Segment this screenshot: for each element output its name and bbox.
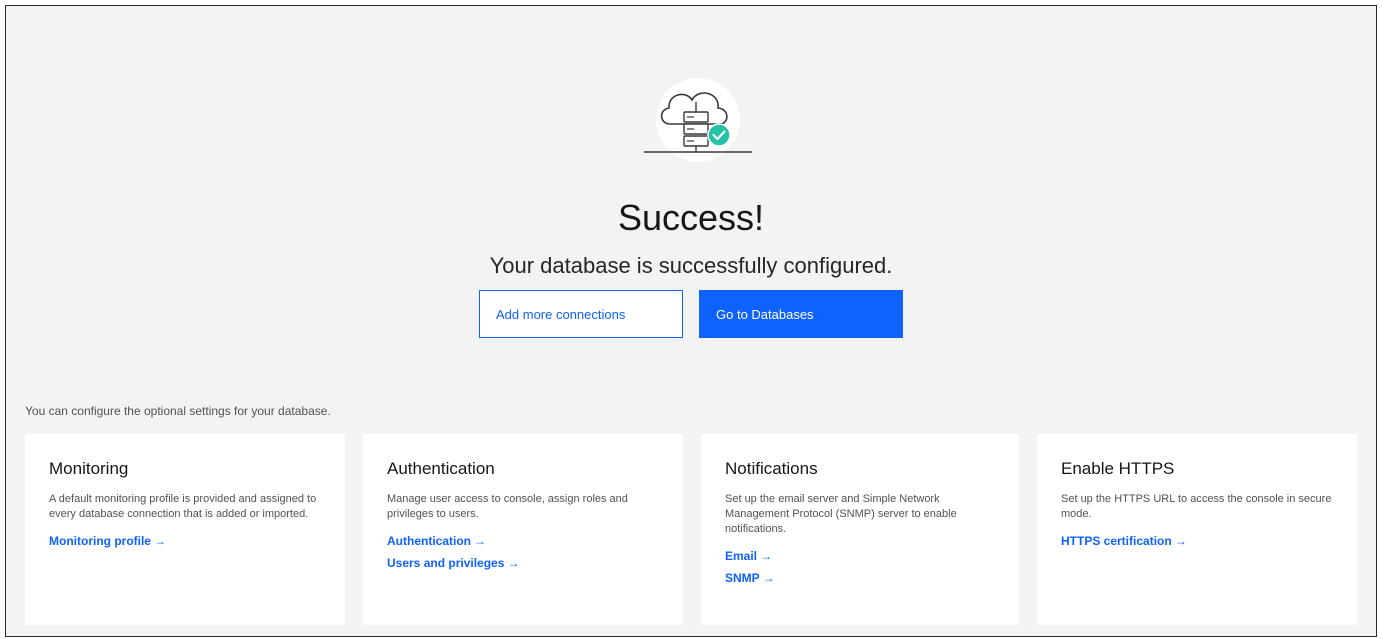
card-title: Enable HTTPS — [1061, 459, 1175, 478]
authentication-link[interactable]: Authentication → — [387, 534, 659, 548]
enable-https-card: Enable HTTPS Set up the HTTPS URL to acc… — [1037, 434, 1357, 625]
link-label: Users and privileges — [387, 556, 505, 570]
add-more-connections-button[interactable]: Add more connections — [479, 290, 683, 338]
go-to-databases-button[interactable]: Go to Databases — [699, 290, 903, 338]
page-title: Success! — [617, 197, 765, 238]
arrow-right-icon: → — [474, 534, 486, 548]
authentication-card: Authentication Manage user access to con… — [363, 434, 683, 625]
users-and-privileges-link[interactable]: Users and privileges → — [387, 556, 659, 570]
link-label: HTTPS certification — [1061, 534, 1172, 548]
link-label: Email — [725, 549, 758, 563]
link-label: Monitoring profile — [49, 534, 151, 548]
monitoring-card: Monitoring A default monitoring profile … — [25, 434, 345, 625]
monitoring-profile-link[interactable]: Monitoring profile → — [49, 534, 321, 548]
card-description: Set up the HTTPS URL to access the conso… — [1061, 493, 1332, 520]
cloud-database-success-icon — [644, 78, 752, 162]
success-page: Success! Your database is successfully c… — [5, 5, 1377, 637]
card-description: A default monitoring profile is provided… — [49, 493, 317, 520]
arrow-right-icon: → — [153, 534, 166, 548]
optional-settings-intro: You can configure the optional settings … — [25, 404, 331, 418]
card-description: Manage user access to console, assign ro… — [387, 493, 628, 520]
page-subtitle: Your database is successfully configured… — [489, 253, 893, 278]
card-title: Notifications — [725, 459, 818, 478]
notifications-card: Notifications Set up the email server an… — [701, 434, 1019, 625]
snmp-link[interactable]: SNMP → — [725, 571, 995, 585]
card-title: Authentication — [387, 459, 495, 478]
card-title: Monitoring — [49, 459, 129, 478]
arrow-right-icon: → — [1174, 534, 1187, 548]
https-certification-link[interactable]: HTTPS certification → — [1061, 534, 1333, 548]
arrow-right-icon: → — [507, 556, 520, 570]
card-description: Set up the email server and Simple Netwo… — [725, 493, 957, 535]
link-label: Authentication — [387, 534, 471, 548]
arrow-right-icon: → — [762, 571, 775, 585]
email-link[interactable]: Email → — [725, 549, 995, 563]
arrow-right-icon: → — [760, 549, 773, 563]
link-label: SNMP — [725, 571, 760, 585]
